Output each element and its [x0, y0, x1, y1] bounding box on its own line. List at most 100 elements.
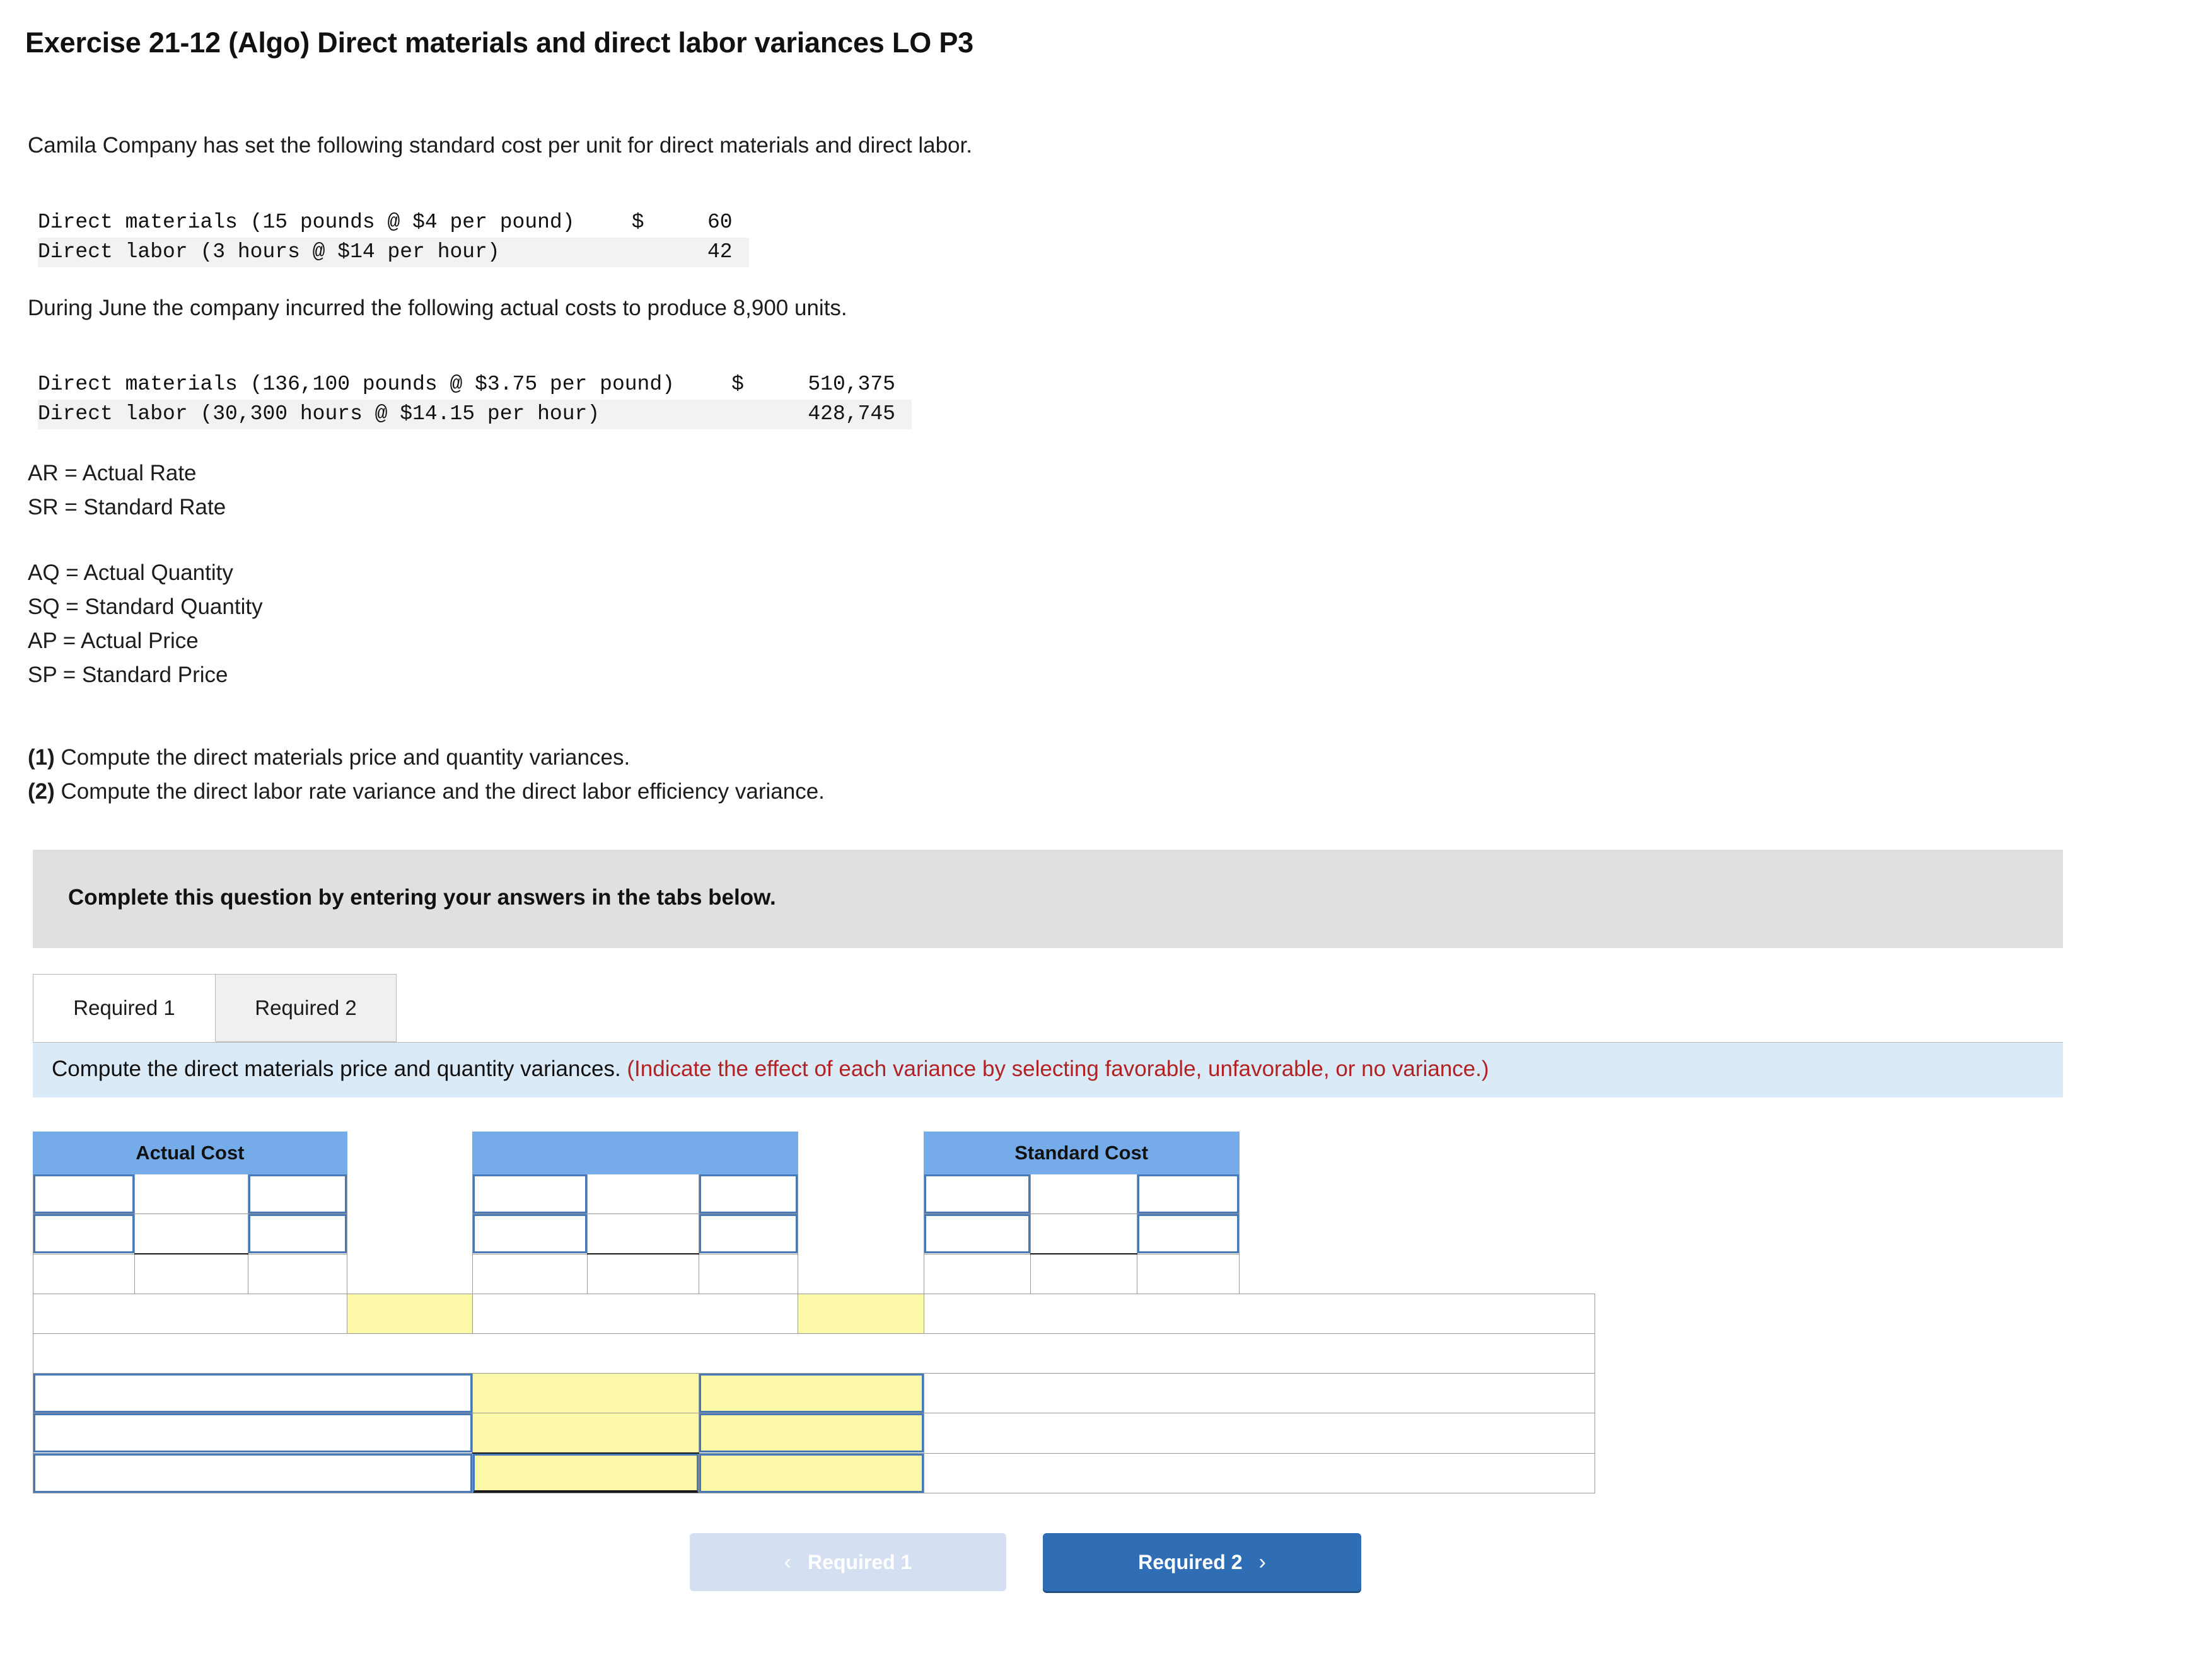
gap-r3-a	[358, 1254, 462, 1294]
tab-required-1-label: Required 1	[73, 996, 175, 1019]
cell-mid-r3-c2	[586, 1253, 700, 1294]
spacer-r3-e	[1239, 1254, 1595, 1294]
cell-sc-r2-c1	[923, 1214, 1031, 1254]
input-variance-effect-r2[interactable]	[699, 1413, 924, 1453]
grid-variance-row-1	[32, 1373, 1596, 1413]
input-actual-cost-r1-c1[interactable]	[33, 1174, 135, 1214]
cell-variance-effect-r2	[699, 1413, 924, 1454]
cell-mid-r3-c1	[472, 1253, 588, 1294]
definition-sq: SQ = Standard Quantity	[28, 594, 263, 619]
cell-mid-r1-c3	[699, 1174, 799, 1214]
spacer-r1-c	[798, 1174, 810, 1214]
cell-sc-r3-c2	[1030, 1253, 1138, 1294]
input-variance-amount-r3[interactable]	[473, 1454, 699, 1493]
cell-variance-amount-r1[interactable]	[472, 1373, 700, 1413]
spacer-r2-b	[461, 1214, 473, 1254]
input-middle-r1-c1[interactable]	[473, 1174, 587, 1214]
header-gap-1	[358, 1132, 462, 1174]
row-label: Direct materials (15 pounds @ $4 per pou…	[38, 211, 575, 234]
input-actual-cost-r2-c3[interactable]	[248, 1214, 347, 1254]
row-label: Direct labor (30,300 hours @ $14.15 per …	[38, 402, 600, 426]
rate-definitions: AR = Actual Rate SR = Standard Rate	[28, 456, 226, 524]
grid-row-3	[32, 1253, 1595, 1294]
table-row: Direct labor (3 hours @ $14 per hour) 42	[38, 238, 749, 267]
definition-ar: AR = Actual Rate	[28, 461, 197, 485]
cell-mid-r2-c2	[586, 1214, 700, 1254]
gap-r2-a	[358, 1214, 462, 1254]
input-middle-r1-c3[interactable]	[699, 1174, 798, 1214]
cell-r5-full	[33, 1333, 1595, 1374]
input-standard-cost-r2-c1[interactable]	[924, 1214, 1031, 1254]
input-actual-cost-r2-c1[interactable]	[33, 1214, 135, 1254]
cell-ac-r2-c3	[247, 1214, 347, 1254]
cell-ac-r1-c2	[134, 1174, 248, 1214]
spacer-r1-d	[912, 1174, 924, 1214]
prev-required-1-button[interactable]: ‹ Required 1	[690, 1533, 1006, 1591]
instruction-strip: Compute the direct materials price and q…	[33, 1042, 2063, 1098]
grid-variance-row-2	[32, 1413, 1596, 1454]
row-label: Direct labor (3 hours @ $14 per hour)	[38, 240, 500, 264]
input-actual-cost-r1-c3[interactable]	[248, 1174, 347, 1214]
input-middle-r2-c3[interactable]	[699, 1214, 798, 1254]
prev-button-label: Required 1	[807, 1550, 912, 1573]
gap-r2-b	[809, 1214, 913, 1254]
grid-header-row: Actual Cost Standard Cost	[33, 1132, 1595, 1174]
cell-r4-yellow-left[interactable]	[346, 1294, 473, 1334]
cell-ac-r1-c3	[247, 1174, 347, 1214]
next-required-2-button[interactable]: Required 2 ›	[1043, 1533, 1361, 1591]
requirement-2: (2) Compute the direct labor rate varian…	[28, 775, 825, 809]
requirements-list: (1) Compute the direct materials price a…	[28, 741, 825, 809]
cell-mid-r2-c3	[699, 1214, 799, 1254]
cell-mid-r1-c1	[472, 1174, 588, 1214]
quantity-definitions: AQ = Actual Quantity SQ = Standard Quant…	[28, 556, 263, 692]
cell-variance-label-r2	[32, 1413, 473, 1454]
cell-sc-r2-c3	[1137, 1214, 1240, 1254]
variance-worksheet: Actual Cost Standard Cost	[32, 1132, 1596, 1493]
input-variance-label-r1[interactable]	[33, 1374, 473, 1413]
exercise-page: Exercise 21-12 (Algo) Direct materials a…	[0, 0, 2196, 1680]
next-button-label: Required 2	[1138, 1550, 1243, 1573]
input-variance-effect-r3[interactable]	[699, 1453, 924, 1493]
input-variance-label-r2[interactable]	[33, 1413, 473, 1453]
cell-variance-amount-r2[interactable]	[472, 1413, 700, 1454]
requirement-1-text: Compute the direct materials price and q…	[54, 745, 630, 770]
cell-ac-r3-c2	[134, 1253, 248, 1294]
spacer-r3-b	[461, 1254, 473, 1294]
tab-required-1[interactable]: Required 1	[33, 974, 216, 1042]
banner-text: Complete this question by entering your …	[68, 885, 776, 910]
grid-row-5	[33, 1333, 1595, 1374]
grid-input-row-2	[32, 1214, 1595, 1254]
cell-r4-left	[33, 1294, 347, 1334]
input-standard-cost-r1-c1[interactable]	[924, 1174, 1031, 1214]
cell-sc-r1-c3	[1137, 1174, 1240, 1214]
header-standard-cost: Standard Cost	[923, 1132, 1240, 1174]
intro-paragraph: Camila Company has set the following sta…	[28, 133, 972, 158]
header-middle	[472, 1132, 799, 1174]
cell-sc-r1-c2	[1030, 1174, 1138, 1214]
input-variance-effect-r1[interactable]	[699, 1374, 924, 1413]
header-spacer-1	[347, 1132, 359, 1174]
input-middle-r2-c1[interactable]	[473, 1214, 587, 1254]
cell-ac-r2-c2	[134, 1214, 248, 1254]
spacer-r3-c	[798, 1254, 810, 1294]
cell-variance-label-r1	[32, 1373, 473, 1413]
spacer-r1-a	[347, 1174, 359, 1214]
row-amount: 42	[707, 240, 733, 264]
answer-grid: Actual Cost Standard Cost	[32, 1132, 1596, 1493]
input-variance-label-r3[interactable]	[33, 1453, 473, 1493]
table-row: Direct materials (136,100 pounds @ $3.75…	[38, 370, 912, 400]
definition-aq: AQ = Actual Quantity	[28, 560, 233, 585]
gap-r3-b	[809, 1254, 913, 1294]
input-standard-cost-r1-c3[interactable]	[1137, 1174, 1239, 1214]
spacer-r1-b	[461, 1174, 473, 1214]
input-standard-cost-r2-c3[interactable]	[1137, 1214, 1239, 1254]
requirement-1-number: (1)	[28, 745, 55, 770]
header-gap-2	[809, 1132, 913, 1174]
row-currency: $	[631, 211, 644, 234]
tab-required-2[interactable]: Required 2	[215, 974, 397, 1042]
cell-r4-middle	[472, 1294, 799, 1334]
complete-question-banner: Complete this question by entering your …	[33, 850, 2063, 948]
row-amount: 60	[707, 211, 733, 234]
cell-r4-yellow-right[interactable]	[798, 1294, 924, 1334]
standard-cost-table: Direct materials (15 pounds @ $4 per pou…	[38, 208, 749, 267]
